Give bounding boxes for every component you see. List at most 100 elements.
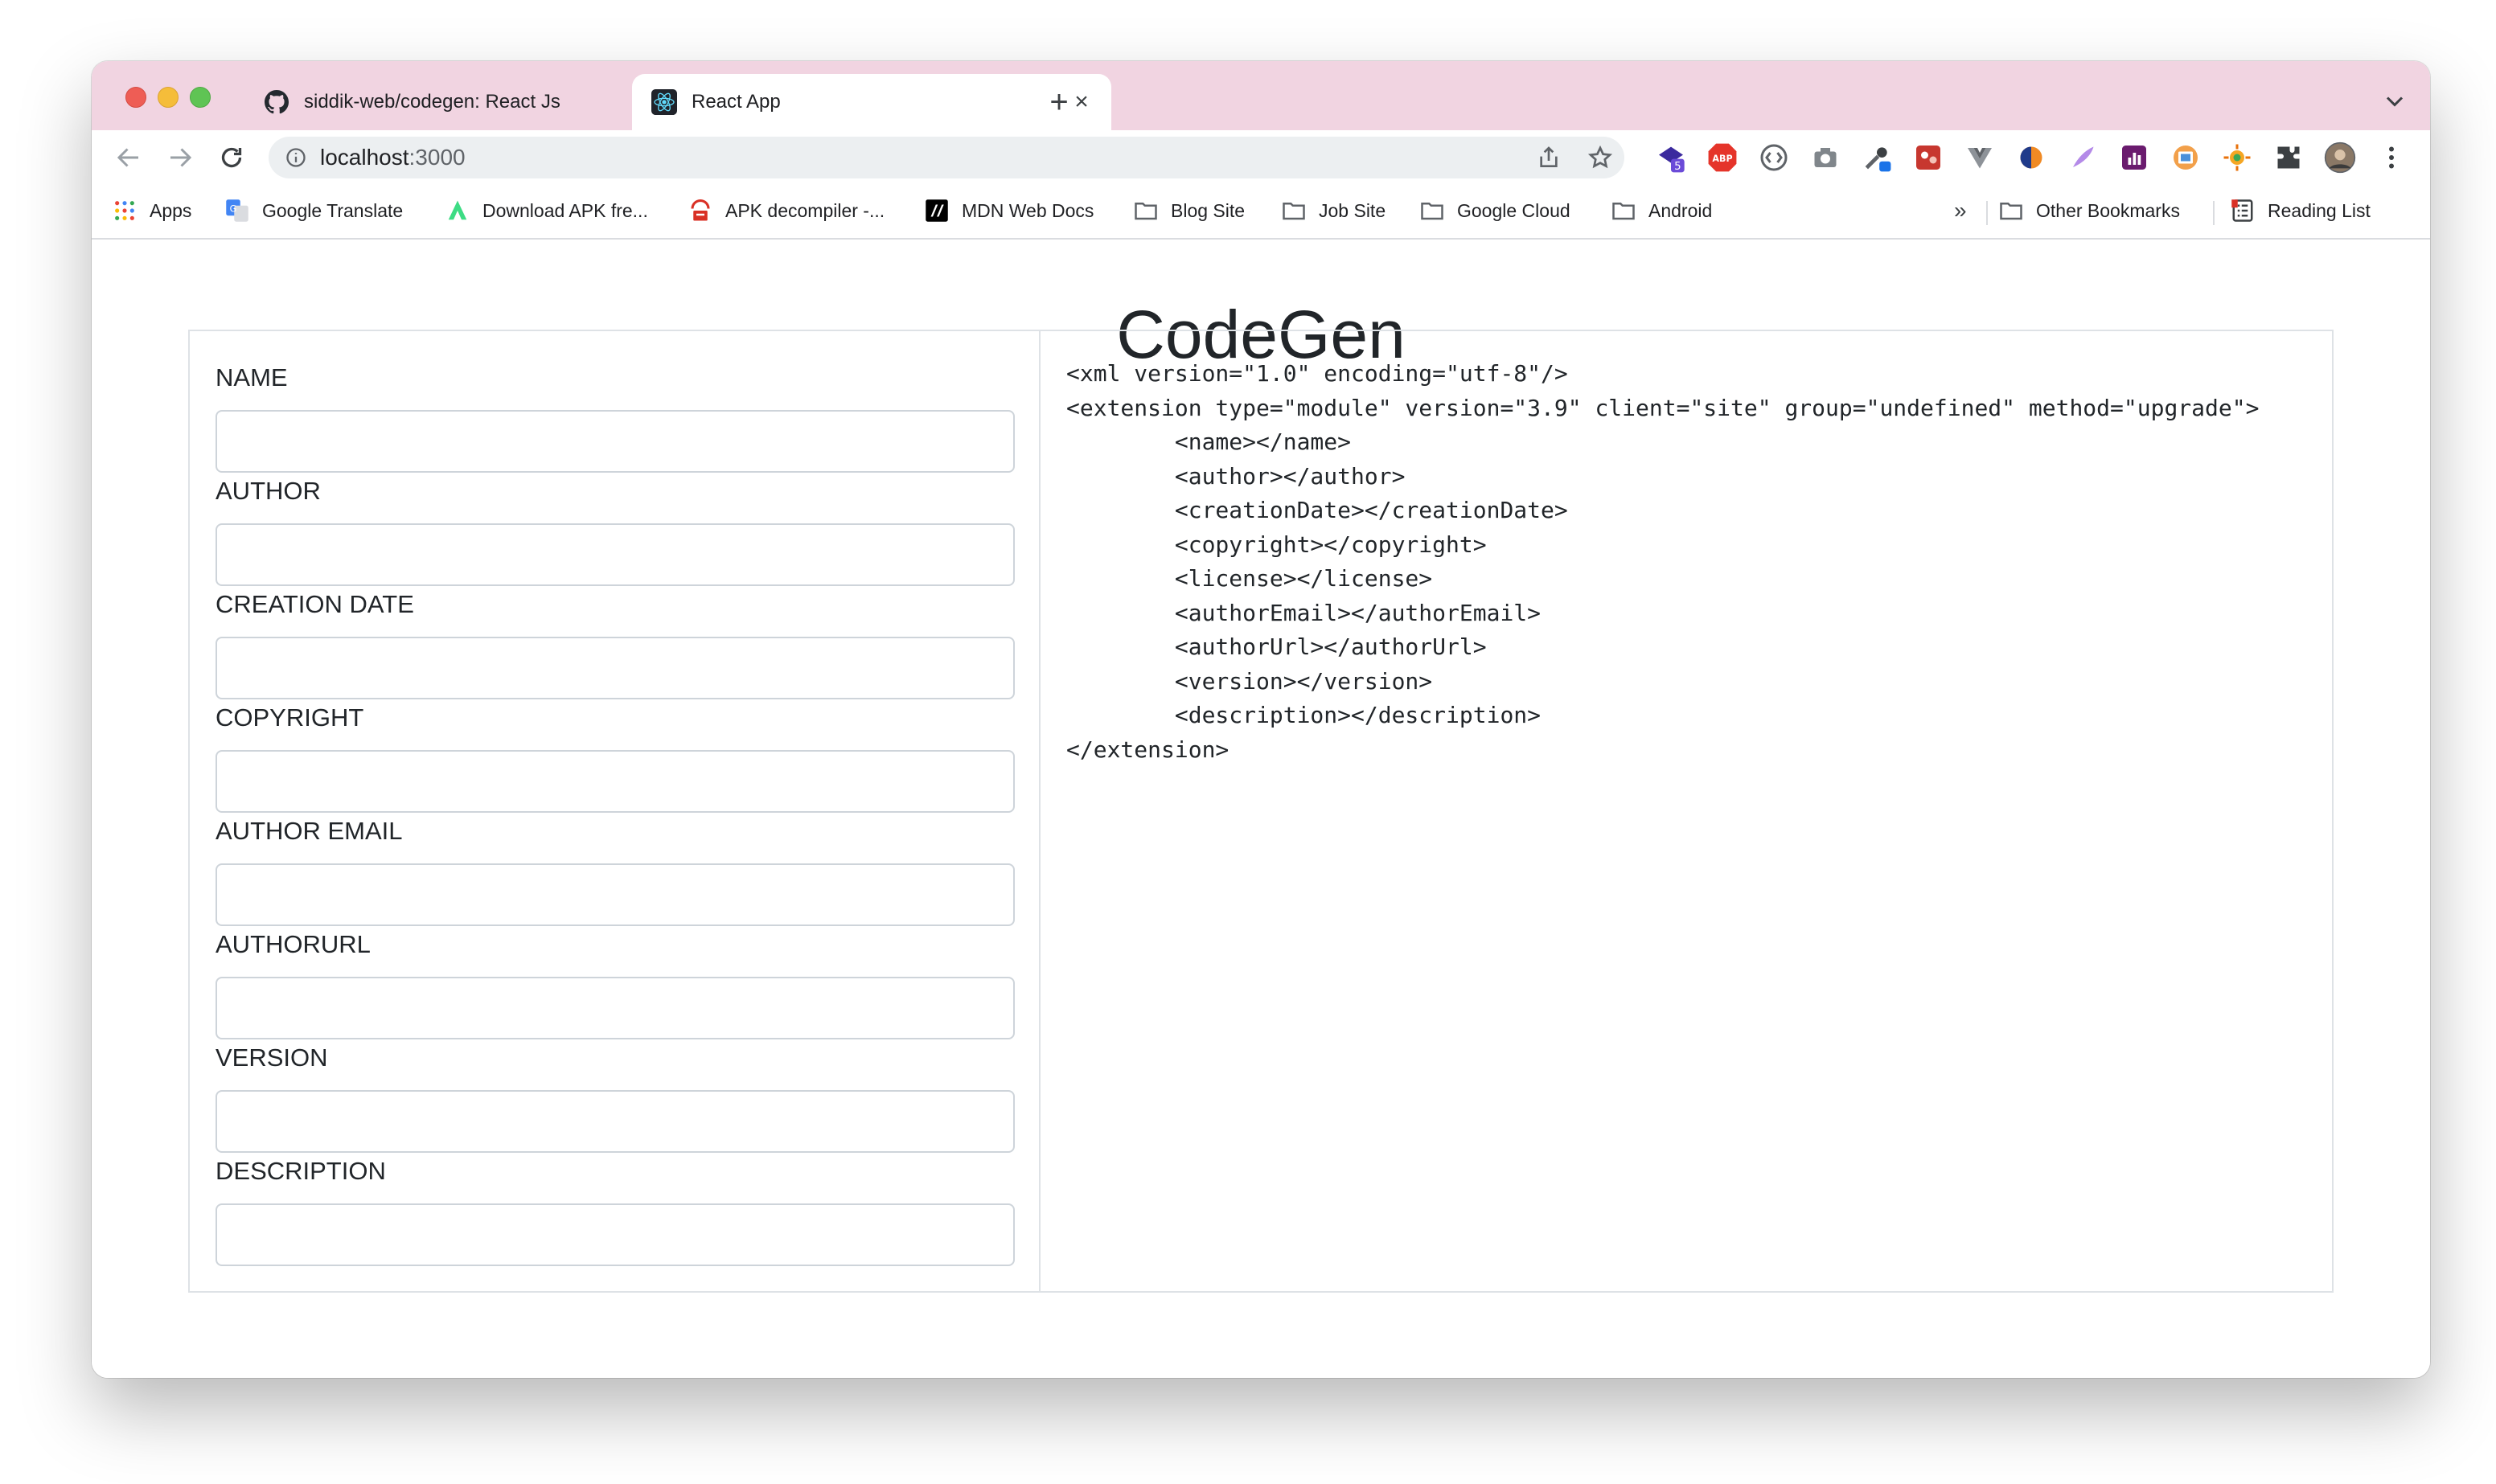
new-tab-button[interactable]: + bbox=[1039, 82, 1079, 122]
folder-icon bbox=[1611, 199, 1636, 223]
gallery-extension-icon[interactable] bbox=[1912, 141, 1944, 174]
bookmark-label: Google Translate bbox=[262, 199, 404, 221]
orange-swirl-icon[interactable] bbox=[2015, 141, 2047, 174]
react-icon bbox=[651, 89, 677, 115]
page-content: CodeGen NAME AUTHOR CREATION DATE COPYRI… bbox=[92, 240, 2430, 1378]
field-label: COPYRIGHT bbox=[216, 703, 364, 732]
bookmark-label: Job Site bbox=[1319, 199, 1386, 221]
reload-button[interactable] bbox=[214, 140, 249, 175]
field-author: AUTHOR bbox=[216, 475, 1015, 586]
eyedropper-icon[interactable] bbox=[1861, 141, 1893, 174]
creation-date-input[interactable] bbox=[216, 637, 1015, 699]
google-translate-icon: G bbox=[225, 199, 249, 223]
version-input[interactable] bbox=[216, 1090, 1015, 1153]
svg-text:ABP: ABP bbox=[1712, 154, 1732, 164]
svg-text:G: G bbox=[230, 203, 237, 214]
puzzle-icon[interactable] bbox=[2272, 141, 2305, 174]
browser-window: siddik-web/codegen: React Js × React App… bbox=[92, 61, 2430, 1378]
copyright-input[interactable] bbox=[216, 750, 1015, 813]
author-email-input[interactable] bbox=[216, 863, 1015, 926]
bookmark-google-cloud[interactable]: Google Cloud bbox=[1420, 196, 1570, 225]
extension-badge-icon[interactable]: 5 bbox=[1655, 141, 1687, 174]
feather-icon[interactable] bbox=[2067, 141, 2099, 174]
bookmark-label: Android bbox=[1648, 199, 1713, 221]
xml-output: <xml version="1.0" encoding="utf-8"/> <e… bbox=[1066, 360, 2260, 763]
bookmarks-overflow-button[interactable]: » bbox=[1954, 196, 1967, 225]
decompiler-icon bbox=[688, 199, 712, 223]
divider bbox=[1986, 201, 1988, 225]
field-label: AUTHOR bbox=[216, 477, 321, 505]
bookmark-download-apk[interactable]: Download APK fre... bbox=[445, 196, 648, 225]
bracket-extension-icon[interactable] bbox=[1758, 141, 1790, 174]
url-host: localhost bbox=[320, 145, 409, 170]
profile-avatar-icon[interactable] bbox=[2324, 141, 2356, 174]
apps-grid-icon bbox=[113, 199, 137, 223]
field-name: NAME bbox=[216, 362, 1015, 473]
bookmark-google-translate[interactable]: G Google Translate bbox=[225, 196, 403, 225]
name-input[interactable] bbox=[216, 410, 1015, 473]
svg-text:5: 5 bbox=[1674, 161, 1681, 173]
sun-extension-icon[interactable] bbox=[2221, 141, 2253, 174]
bookmark-apps[interactable]: Apps bbox=[113, 196, 191, 225]
field-label: CREATION DATE bbox=[216, 590, 414, 618]
field-label: NAME bbox=[216, 363, 288, 391]
bookmark-label: Other Bookmarks bbox=[2036, 199, 2180, 221]
close-window-button[interactable] bbox=[125, 87, 146, 108]
folder-icon bbox=[1999, 199, 2023, 223]
field-label: DESCRIPTION bbox=[216, 1157, 386, 1185]
reload-icon bbox=[221, 147, 242, 168]
share-icon[interactable] bbox=[1536, 145, 1562, 170]
maximize-window-button[interactable] bbox=[190, 87, 211, 108]
arrow-left-icon bbox=[117, 148, 138, 167]
bookmark-label: APK decompiler -... bbox=[725, 199, 885, 221]
author-url-input[interactable] bbox=[216, 977, 1015, 1039]
bookmark-label: Download APK fre... bbox=[482, 199, 648, 221]
bookmark-label: Reading List bbox=[2268, 199, 2371, 221]
tab-title: React App bbox=[692, 91, 781, 113]
field-version: VERSION bbox=[216, 1042, 1015, 1153]
star-icon[interactable] bbox=[1587, 145, 1613, 170]
vue-devtools-icon[interactable] bbox=[1964, 141, 1996, 174]
address-bar[interactable]: localhost:3000 bbox=[269, 137, 1624, 178]
bookmark-label: Google Cloud bbox=[1457, 199, 1570, 221]
folder-icon bbox=[1282, 199, 1306, 223]
tab-title: siddik-web/codegen: React Js bbox=[304, 91, 560, 113]
camera-icon[interactable] bbox=[1809, 141, 1841, 174]
reading-list-button[interactable]: Reading List bbox=[2231, 196, 2371, 225]
github-icon bbox=[264, 89, 289, 115]
info-icon[interactable] bbox=[285, 146, 307, 169]
field-author-email: AUTHOR EMAIL bbox=[216, 815, 1015, 926]
bookmark-label: Blog Site bbox=[1171, 199, 1246, 221]
chart-extension-icon[interactable] bbox=[2118, 141, 2150, 174]
bookmark-label: Apps bbox=[150, 199, 192, 221]
url-text: localhost:3000 bbox=[320, 137, 466, 178]
field-label: AUTHORURL bbox=[216, 930, 371, 958]
bookmark-blog-site[interactable]: Blog Site bbox=[1134, 196, 1245, 225]
mdn-icon bbox=[925, 199, 949, 223]
field-author-url: AUTHORURL bbox=[216, 929, 1015, 1039]
reading-list-icon bbox=[2231, 199, 2255, 223]
arrow-right-icon bbox=[170, 148, 192, 167]
back-button[interactable] bbox=[111, 140, 146, 175]
more-menu-icon[interactable] bbox=[2375, 141, 2408, 174]
minimize-window-button[interactable] bbox=[158, 87, 179, 108]
divider bbox=[2213, 201, 2215, 225]
adblock-icon[interactable]: ABP bbox=[1706, 141, 1739, 174]
author-input[interactable] bbox=[216, 523, 1015, 586]
field-copyright: COPYRIGHT bbox=[216, 702, 1015, 813]
forward-button[interactable] bbox=[162, 140, 198, 175]
bookmark-apk-decompiler[interactable]: APK decompiler -... bbox=[688, 196, 885, 225]
url-port: :3000 bbox=[408, 145, 466, 170]
folder-icon bbox=[1134, 199, 1158, 223]
field-label: AUTHOR EMAIL bbox=[216, 817, 403, 845]
bookmark-mdn[interactable]: MDN Web Docs bbox=[925, 196, 1094, 225]
bookmark-label: MDN Web Docs bbox=[962, 199, 1094, 221]
field-creation-date: CREATION DATE bbox=[216, 588, 1015, 699]
chevron-down-icon[interactable] bbox=[2380, 87, 2409, 116]
apk-icon bbox=[445, 199, 470, 223]
bookmark-job-site[interactable]: Job Site bbox=[1282, 196, 1386, 225]
bookmark-android[interactable]: Android bbox=[1611, 196, 1712, 225]
bookmark-other-bookmarks[interactable]: Other Bookmarks bbox=[1999, 196, 2180, 225]
description-input[interactable] bbox=[216, 1203, 1015, 1266]
photo-extension-icon[interactable] bbox=[2170, 141, 2202, 174]
